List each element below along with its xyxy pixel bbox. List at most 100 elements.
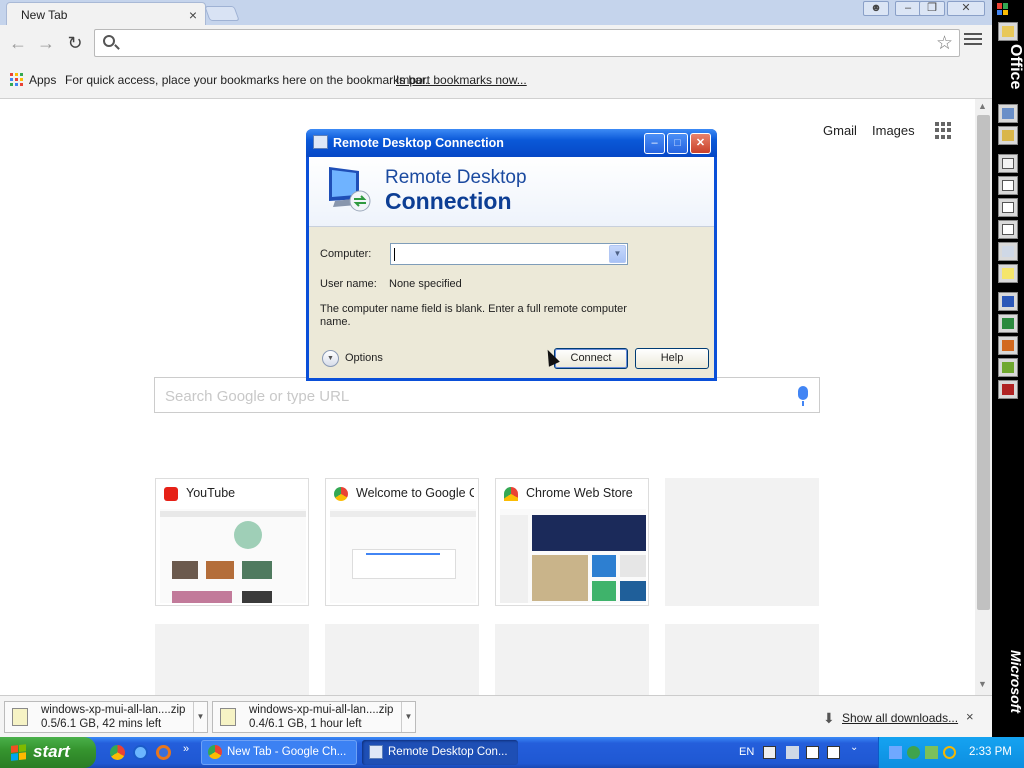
chrome-menu-icon[interactable] [964, 33, 982, 48]
download-filename: windows-xp-mui-all-lan....zip [41, 704, 186, 716]
options-link[interactable]: Options [345, 352, 383, 364]
tray-expand-icon[interactable]: ⌄ [850, 742, 858, 753]
tile-chrome-web-store[interactable]: Chrome Web Store [495, 478, 649, 606]
office-bar-title: Office [1007, 44, 1024, 90]
tab-close-icon[interactable]: × [189, 7, 197, 23]
chevron-down-icon[interactable]: ▼ [401, 702, 415, 732]
help-button[interactable]: Help [635, 348, 709, 369]
tab-new-tab[interactable]: New Tab × [6, 2, 206, 26]
tile-youtube[interactable]: YouTube [155, 478, 309, 606]
update-icon[interactable] [925, 746, 938, 759]
download-item[interactable]: windows-xp-mui-all-lan....zip 0.4/6.1 GB… [212, 701, 416, 733]
apps-icon[interactable] [10, 73, 23, 86]
taskbar-item-chrome[interactable]: New Tab - Google Ch... [201, 740, 357, 765]
download-item[interactable]: windows-xp-mui-all-lan....zip 0.5/6.1 GB… [4, 701, 208, 733]
language-indicator[interactable]: EN [739, 746, 754, 758]
taskbar-item-remote-desktop[interactable]: Remote Desktop Con... [362, 740, 518, 765]
word-icon[interactable] [998, 292, 1018, 311]
speech-icon[interactable] [806, 746, 819, 759]
reload-icon[interactable]: ↻ [64, 33, 86, 54]
close-window-button[interactable]: ✕ [947, 1, 985, 16]
forward-arrow-icon[interactable]: → [35, 33, 57, 54]
search-placeholder: Search Google or type URL [165, 388, 350, 405]
computer-combobox[interactable]: ▼ [390, 243, 628, 265]
journal-icon[interactable] [998, 242, 1018, 261]
dialog-close-button[interactable]: ✕ [690, 133, 711, 154]
tile-empty [665, 624, 819, 695]
folder-icon[interactable] [998, 22, 1018, 41]
apps-link[interactable]: Apps [29, 73, 56, 87]
powerpoint-icon[interactable] [998, 336, 1018, 355]
tile-empty [665, 478, 819, 606]
images-link[interactable]: Images [872, 123, 915, 138]
close-downloads-icon[interactable]: × [966, 709, 974, 724]
chrome-icon [334, 487, 348, 501]
validation-message: The computer name field is blank. Enter … [320, 303, 627, 328]
show-all-downloads-link[interactable]: Show all downloads... [842, 711, 958, 725]
profile-icon[interactable]: ☻ [863, 1, 889, 16]
new-document-icon[interactable] [998, 104, 1018, 123]
firefox-quicklaunch-icon[interactable] [156, 745, 171, 760]
new-tab-button[interactable] [204, 6, 240, 21]
dialog-maximize-button[interactable]: □ [667, 133, 688, 154]
contact-icon[interactable] [998, 220, 1018, 239]
bookmarks-bar: Apps For quick access, place your bookma… [0, 61, 992, 99]
chrome-quicklaunch-icon[interactable] [110, 745, 125, 760]
system-tray: 2:33 PM [878, 737, 1024, 768]
publisher-icon[interactable] [998, 358, 1018, 377]
chevron-down-icon[interactable]: ▼ [609, 245, 626, 263]
start-button[interactable]: start [0, 737, 96, 768]
web-store-icon [504, 487, 518, 501]
network-icon[interactable] [889, 746, 902, 759]
expand-options-icon[interactable]: ▼ [322, 350, 339, 367]
clock: 2:33 PM [969, 746, 1012, 758]
minimize-button[interactable]: – [895, 1, 921, 16]
globe-icon[interactable] [907, 746, 920, 759]
open-document-icon[interactable] [998, 126, 1018, 145]
ie-quicklaunch-icon[interactable] [133, 745, 148, 760]
zip-file-icon [220, 708, 236, 726]
dialog-minimize-button[interactable]: – [644, 133, 665, 154]
tile-welcome-to-chrome[interactable]: Welcome to Google Chrome [325, 478, 479, 606]
calendar-icon[interactable] [998, 176, 1018, 195]
note-icon[interactable] [998, 264, 1018, 283]
download-filename: windows-xp-mui-all-lan....zip [249, 704, 394, 716]
keyboard-icon[interactable] [763, 746, 776, 759]
download-status: 0.4/6.1 GB, 1 hour left [249, 718, 362, 730]
tab-strip: New Tab × ☻ – ❐ ✕ [0, 0, 992, 26]
google-apps-icon[interactable] [935, 122, 952, 139]
chevron-down-icon[interactable]: ▼ [193, 702, 207, 732]
help-icon[interactable] [827, 746, 840, 759]
tile-empty [495, 624, 649, 695]
pen-icon[interactable] [786, 746, 799, 759]
zip-file-icon [12, 708, 28, 726]
address-bar[interactable]: ☆ [94, 29, 960, 57]
remote-desktop-dialog: Remote Desktop Connection – □ ✕ Remote D… [306, 129, 717, 381]
access-icon[interactable] [998, 380, 1018, 399]
username-label: User name: [320, 278, 377, 290]
task-icon[interactable] [998, 198, 1018, 217]
restore-button[interactable]: ❐ [919, 1, 945, 16]
office-logo-icon [997, 3, 1009, 15]
mail-icon[interactable] [998, 154, 1018, 173]
gmail-link[interactable]: Gmail [823, 123, 857, 138]
scroll-thumb[interactable] [977, 115, 990, 610]
excel-icon[interactable] [998, 314, 1018, 333]
microphone-icon[interactable] [798, 386, 808, 406]
bookmark-star-icon[interactable]: ☆ [936, 32, 953, 55]
computer-label: Computer: [320, 248, 372, 260]
connect-button[interactable]: Connect [554, 348, 628, 369]
downloads-bar: windows-xp-mui-all-lan....zip 0.5/6.1 GB… [0, 695, 992, 737]
import-bookmarks-link[interactable]: Import bookmarks now... [396, 73, 527, 87]
username-value: None specified [389, 278, 462, 290]
google-search-box[interactable]: Search Google or type URL [154, 377, 820, 413]
dialog-title: Remote Desktop Connection [333, 136, 504, 150]
search-icon[interactable] [943, 746, 956, 759]
dialog-titlebar[interactable]: Remote Desktop Connection – □ ✕ [306, 129, 717, 157]
scroll-down-icon[interactable]: ▼ [978, 679, 987, 689]
monitor-icon [329, 167, 371, 212]
scroll-up-icon[interactable]: ▲ [978, 101, 987, 111]
page-scrollbar[interactable]: ▲ ▼ [975, 99, 992, 695]
quicklaunch-more-icon[interactable]: » [183, 743, 189, 755]
back-arrow-icon[interactable]: ← [7, 33, 29, 54]
